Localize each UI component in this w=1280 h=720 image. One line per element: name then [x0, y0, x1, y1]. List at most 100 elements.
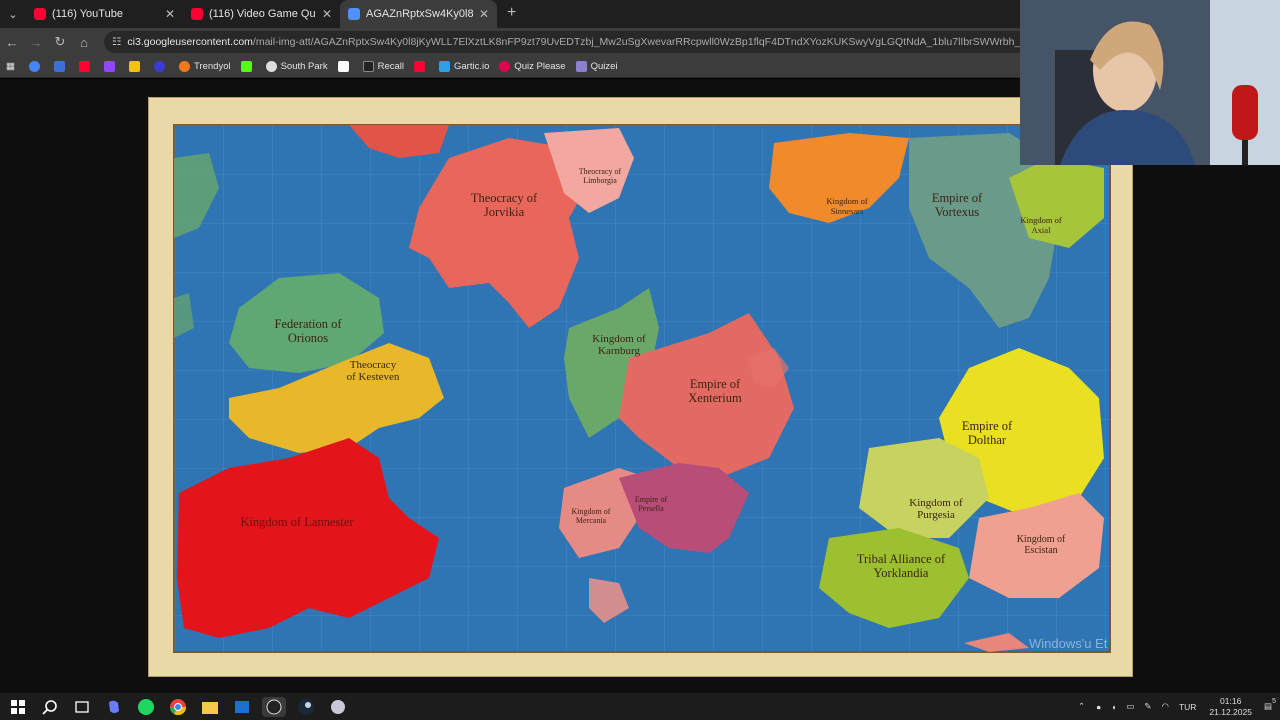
spotify-icon[interactable]	[134, 697, 158, 717]
obs-icon[interactable]	[262, 696, 286, 717]
google-drive-icon	[348, 8, 360, 20]
bookmark-kick[interactable]	[240, 61, 256, 72]
clock[interactable]: 01:16 21.12.2025	[1209, 696, 1252, 718]
apps-grid-icon[interactable]: ▦	[6, 61, 15, 72]
bookmark-youtube[interactable]	[78, 61, 94, 72]
label-mercania-1: Kingdom of	[572, 507, 611, 516]
site-info-icon[interactable]: ☷	[112, 36, 121, 48]
svg-text:Empire of: Empire of	[635, 495, 668, 504]
bookmark-twitch[interactable]	[103, 61, 119, 72]
label-karnburg-2: Karnburg	[598, 345, 640, 357]
label-persella-2: Persella	[638, 504, 664, 513]
file-explorer-icon[interactable]	[198, 697, 222, 717]
url-host: ci3.googleusercontent.com	[127, 36, 253, 48]
svg-text:Escistan: Escistan	[1024, 545, 1057, 556]
copilot-icon[interactable]	[102, 697, 126, 717]
network-icon[interactable]: ▭	[1126, 701, 1134, 712]
label-purgesia-1: Kingdom of	[909, 497, 963, 509]
bookmark-notes[interactable]	[128, 61, 144, 72]
svg-text:Mercania: Mercania	[576, 516, 607, 525]
bookmark-quiz-please[interactable]: Quiz Please	[499, 61, 566, 72]
svg-text:Karnburg: Karnburg	[598, 345, 640, 357]
label-jorvikia-1: Theocracy of	[471, 191, 538, 205]
bookmark-x[interactable]	[337, 61, 353, 72]
label-yorklandia-1: Tribal Alliance of	[857, 552, 946, 566]
bookmark-recall[interactable]: Recall	[362, 61, 404, 72]
windows-start-icon[interactable]	[6, 697, 30, 717]
microphone-icon[interactable]: ●	[1096, 702, 1101, 712]
tab-image-attachment[interactable]: AGAZnRptxSw4Ky0l8jKyWLL7El ✕	[340, 0, 497, 28]
close-icon[interactable]: ✕	[479, 7, 489, 21]
svg-text:Empire of: Empire of	[962, 419, 1013, 433]
page-content: Theocracy of Jorvikia Theocracy of Limbo…	[0, 79, 1280, 693]
svg-text:Kingdom of: Kingdom of	[1017, 534, 1066, 545]
label-axial-2: Axial	[1032, 225, 1052, 235]
home-icon[interactable]: ⌂	[72, 35, 96, 50]
svg-text:Orionos: Orionos	[288, 331, 328, 345]
svg-text:Theocracy of: Theocracy of	[579, 167, 622, 176]
label-limborgia-1: Theocracy of	[579, 167, 622, 176]
bookmark-youtube-2[interactable]	[414, 61, 429, 72]
label-yorklandia-2: Yorklandia	[874, 566, 929, 580]
chevron-up-icon[interactable]: ⌃	[1078, 701, 1085, 712]
tab-video-game-quiz[interactable]: (116) Video Game Quiz #1 | Im ✕	[183, 0, 340, 28]
clock-time: 01:16	[1220, 695, 1242, 706]
label-escistan-1: Kingdom of	[1017, 534, 1066, 545]
svg-text:Persella: Persella	[638, 504, 664, 513]
url-path: /mail-img-att/AGAZnRptxSw4Ky0l8jKyWLL7El…	[252, 36, 1114, 48]
close-icon[interactable]: ✕	[165, 7, 175, 21]
search-icon[interactable]	[38, 697, 62, 717]
bookmark-app[interactable]	[153, 61, 169, 72]
svg-text:of Kesteven: of Kesteven	[347, 371, 400, 383]
webcam-overlay	[1020, 0, 1280, 165]
new-tab-button[interactable]: +	[507, 4, 516, 22]
bookmark-gartic[interactable]: Gartic.io	[439, 61, 489, 72]
address-bar[interactable]: ☷ ci3.googleusercontent.com/mail-img-att…	[104, 31, 1114, 53]
bookmark-label: South Park	[280, 61, 328, 72]
label-persella-1: Empire of	[635, 495, 668, 504]
forward-icon[interactable]: →	[24, 35, 48, 50]
svg-text:Kingdom of Lannester: Kingdom of Lannester	[240, 515, 354, 529]
clock-date: 21.12.2025	[1209, 706, 1252, 717]
tab-title: (116) YouTube	[52, 8, 123, 20]
outlook-icon[interactable]	[230, 697, 254, 717]
bookmark-label: Gartic.io	[454, 61, 490, 72]
reload-icon[interactable]: ↻	[48, 34, 72, 50]
tab-youtube[interactable]: (116) YouTube ✕	[26, 0, 183, 28]
svg-text:Kingdom of: Kingdom of	[909, 497, 963, 509]
svg-text:Federation of: Federation of	[275, 317, 343, 331]
label-dolthar-2: Dolthar	[968, 433, 1007, 447]
system-tray: ⌃ ● ◖ ▭ ✎ ◠ TUR 01:16 21.12.2025 ▤ 5	[1072, 693, 1280, 720]
language-indicator[interactable]: TUR	[1179, 702, 1196, 712]
bookmark-label: Trendyol	[193, 61, 231, 72]
chrome-icon[interactable]	[166, 697, 190, 717]
bookmark-label: Recall	[377, 61, 404, 72]
svg-text:Dolthar: Dolthar	[968, 433, 1007, 447]
youtube-icon	[191, 8, 203, 20]
tab-search-button[interactable]: ⌄	[0, 0, 26, 28]
youtube-icon	[34, 8, 46, 20]
bookmark-trendyol[interactable]: Trendyol	[178, 61, 231, 72]
svg-text:Axial: Axial	[1032, 225, 1052, 235]
label-escistan-2: Escistan	[1024, 545, 1057, 556]
close-icon[interactable]: ✕	[322, 7, 332, 21]
back-icon[interactable]: ←	[0, 35, 24, 50]
svg-text:Kingdom of: Kingdom of	[1020, 215, 1061, 225]
svg-text:Jorvikia: Jorvikia	[484, 205, 525, 219]
svg-text:Purgesia: Purgesia	[917, 509, 955, 521]
svg-text:Kingdom of: Kingdom of	[572, 507, 611, 516]
volume-icon[interactable]: ◖	[1111, 702, 1116, 712]
bookmark-docs[interactable]	[53, 61, 69, 72]
bookmark-google[interactable]	[28, 61, 44, 72]
bookmark-south-park[interactable]: South Park	[265, 61, 328, 72]
pen-icon[interactable]: ✎	[1144, 701, 1151, 712]
label-purgesia-2: Purgesia	[917, 509, 955, 521]
steam-icon[interactable]	[294, 697, 318, 717]
wifi-icon[interactable]: ◠	[1162, 701, 1169, 712]
bookmark-quizei[interactable]: Quizei	[575, 61, 618, 72]
label-sinnesars-2: Sinnesars	[831, 206, 864, 216]
notification-icon[interactable]: ▤ 5	[1264, 698, 1276, 712]
discord-icon[interactable]	[326, 697, 350, 717]
label-karnburg-1: Kingdom of	[592, 333, 646, 345]
task-view-icon[interactable]	[70, 697, 94, 717]
